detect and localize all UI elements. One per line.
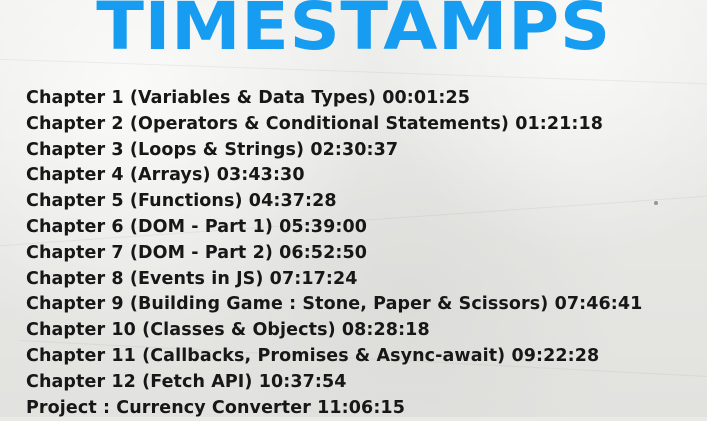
timestamp-list: Chapter 1 (Variables & Data Types) 00:01… <box>26 86 696 421</box>
page-title: TIMESTAMPS <box>96 0 611 65</box>
paper-smudge <box>654 201 658 205</box>
list-item: Chapter 2 (Operators & Conditional State… <box>26 113 604 134</box>
list-item: Project : Currency Converter 11:06:15 <box>26 397 405 418</box>
list-item: Chapter 1 (Variables & Data Types) 00:01… <box>26 88 471 108</box>
list-item: Chapter 11 (Callbacks, Promises & Async-… <box>26 345 600 366</box>
list-item: Chapter 4 (Arrays) 03:43:30 <box>26 165 305 186</box>
list-item: Chapter 9 (Building Game : Stone, Paper … <box>26 294 643 315</box>
list-item: Chapter 10 (Classes & Objects) 08:28:18 <box>26 320 430 341</box>
list-item: Chapter 5 (Functions) 04:37:28 <box>26 191 337 212</box>
list-item: Chapter 7 (DOM - Part 2) 06:52:50 <box>26 242 368 263</box>
list-item: Chapter 12 (Fetch API) 10:37:54 <box>26 371 347 392</box>
list-item: Chapter 8 (Events in JS) 07:17:24 <box>26 268 358 289</box>
list-item: Chapter 6 (DOM - Part 1) 05:39:00 <box>26 216 368 237</box>
list-item: Chapter 3 (Loops & Strings) 02:30:37 <box>26 139 399 160</box>
